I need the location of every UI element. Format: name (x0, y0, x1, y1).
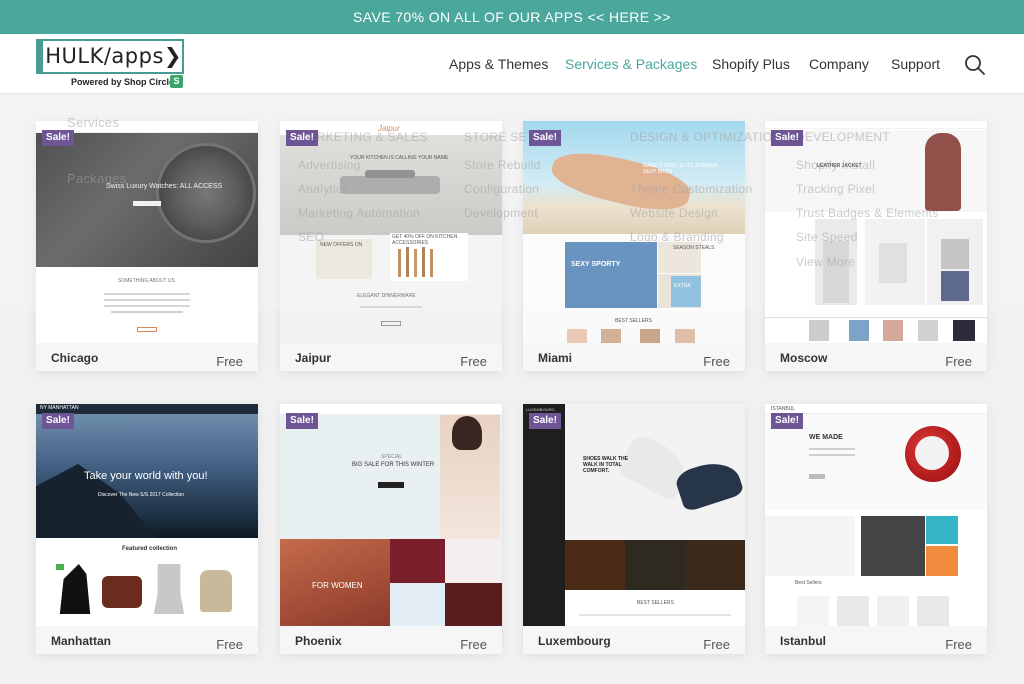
menu-development[interactable]: Development (464, 206, 538, 220)
theme-name[interactable]: Miami (538, 351, 572, 365)
logo-chevron: ❯ (163, 44, 182, 68)
sale-badge: Sale! (529, 130, 561, 146)
sale-badge: Sale! (771, 413, 803, 429)
theme-preview-luxembourg: LUXEMBOURG SHOES WALK THE WALK IN TOTAL … (523, 404, 745, 626)
menu-store-rebuild[interactable]: Store Rebuild (464, 158, 541, 172)
phoenix-hero-text: BIG SALE FOR THIS WINTER (352, 462, 435, 468)
menu-packages[interactable]: Packages (67, 171, 127, 186)
theme-preview-phoenix: SPECIAL BIG SALE FOR THIS WINTER FOR WOM… (280, 404, 502, 626)
istanbul-logo: ISTANBUL (771, 406, 796, 412)
istanbul-section-text: Best Sellers (795, 580, 822, 586)
menu-heading-design: DESIGN & OPTIMIZATION (630, 130, 782, 144)
sale-badge: Sale! (771, 130, 803, 146)
menu-website-design[interactable]: Website Design (630, 206, 718, 220)
sale-badge: Sale! (286, 413, 318, 429)
site-header: HULK/apps❯ Powered by Shop Circle S Apps… (0, 34, 1024, 94)
theme-card-manhattan[interactable]: NY MANHATTAN Take your world with you! D… (36, 404, 258, 654)
sale-badge: Sale! (42, 413, 74, 429)
menu-theme-customization[interactable]: Theme Customization (630, 182, 752, 196)
theme-name[interactable]: Jaipur (295, 351, 331, 365)
sale-badge: Sale! (286, 130, 318, 146)
powered-by: Powered by Shop Circle (71, 77, 175, 87)
manhattan-sub-text: Discover The New S/S 2017 Collection (98, 492, 185, 498)
nav-shopify-plus[interactable]: Shopify Plus (712, 56, 790, 72)
shop-circle-badge: S (170, 75, 183, 88)
theme-price: Free (216, 637, 243, 652)
menu-tracking-pixel[interactable]: Tracking Pixel (796, 182, 875, 196)
theme-price: Free (703, 354, 730, 369)
theme-name[interactable]: Chicago (51, 351, 98, 365)
sale-badge: Sale! (42, 130, 74, 146)
sale-badge: Sale! (529, 413, 561, 429)
nav-services-packages[interactable]: Services & Packages (565, 56, 697, 72)
phoenix-women-text: FOR WOMEN (312, 581, 363, 590)
theme-price: Free (945, 637, 972, 652)
menu-services[interactable]: Services (67, 115, 119, 130)
menu-analytics[interactable]: Analytics (298, 182, 349, 196)
logo-text: HULK/apps (45, 44, 164, 68)
theme-name[interactable]: Phoenix (295, 634, 342, 648)
manhattan-section-text: Featured collection (122, 546, 178, 552)
phoenix-tag-text: SPECIAL (381, 454, 403, 460)
menu-seo[interactable]: SEO (298, 230, 324, 244)
card-footer: Phoenix Free (280, 626, 502, 654)
manhattan-logo: NY MANHATTAN (40, 405, 79, 411)
menu-trust-badges[interactable]: Trust Badges & Elements (796, 206, 939, 220)
luxembourg-hero-text: SHOES WALK THE WALK IN TOTAL COMFORT. (583, 456, 629, 474)
istanbul-hero-text: WE MADE (809, 434, 843, 441)
search-icon[interactable] (964, 54, 986, 76)
card-footer: Chicago Free (36, 343, 258, 371)
menu-shopify-install[interactable]: Shopify Install (796, 158, 875, 172)
theme-preview-istanbul: ISTANBUL WE MADE Best Sellers (765, 404, 987, 626)
theme-price: Free (460, 637, 487, 652)
theme-name[interactable]: Moscow (780, 351, 827, 365)
theme-price: Free (703, 637, 730, 652)
manhattan-hero-text: Take your world with you! (84, 470, 208, 482)
luxembourg-logo: LUXEMBOURG (526, 407, 555, 412)
logo[interactable]: HULK/apps❯ (36, 39, 184, 74)
miami-section-text: BEST SELLERS (615, 318, 652, 324)
promo-banner[interactable]: SAVE 70% ON ALL OF OUR APPS << HERE >> (0, 0, 1024, 34)
menu-site-speed[interactable]: Site Speed (796, 230, 858, 244)
theme-name[interactable]: Istanbul (780, 634, 826, 648)
card-footer: Luxembourg Free (523, 626, 745, 654)
menu-logo-branding[interactable]: Logo & Branding (630, 230, 724, 244)
menu-marketing-automation[interactable]: Marketing Automation (298, 206, 420, 220)
nav-company[interactable]: Company (809, 56, 869, 72)
theme-preview-manhattan: NY MANHATTAN Take your world with you! D… (36, 404, 258, 626)
services-mega-menu: Services Packages MARKETING & SALES STOR… (0, 95, 1024, 310)
theme-name[interactable]: Luxembourg (538, 634, 611, 648)
card-footer: Istanbul Free (765, 626, 987, 654)
luxembourg-section-text: BEST SELLERS (637, 600, 674, 606)
card-footer: Miami Free (523, 343, 745, 371)
nav-support[interactable]: Support (891, 56, 940, 72)
menu-advertising[interactable]: Advertising (298, 158, 361, 172)
card-footer: Manhattan Free (36, 626, 258, 654)
promo-text[interactable]: SAVE 70% ON ALL OF OUR APPS << HERE >> (353, 9, 671, 25)
theme-card-phoenix[interactable]: SPECIAL BIG SALE FOR THIS WINTER FOR WOM… (280, 404, 502, 654)
theme-price: Free (216, 354, 243, 369)
menu-heading-dev: DEVELOPMENT (796, 130, 890, 144)
menu-view-more[interactable]: View More (796, 255, 855, 269)
theme-price: Free (945, 354, 972, 369)
theme-name[interactable]: Manhattan (51, 634, 111, 648)
card-footer: Moscow Free (765, 343, 987, 371)
theme-card-istanbul[interactable]: ISTANBUL WE MADE Best Sellers Sale! Ista… (765, 404, 987, 654)
nav-apps-themes[interactable]: Apps & Themes (449, 56, 548, 72)
menu-configuration[interactable]: Configuration (464, 182, 539, 196)
theme-price: Free (460, 354, 487, 369)
card-footer: Jaipur Free (280, 343, 502, 371)
theme-card-luxembourg[interactable]: LUXEMBOURG SHOES WALK THE WALK IN TOTAL … (523, 404, 745, 654)
